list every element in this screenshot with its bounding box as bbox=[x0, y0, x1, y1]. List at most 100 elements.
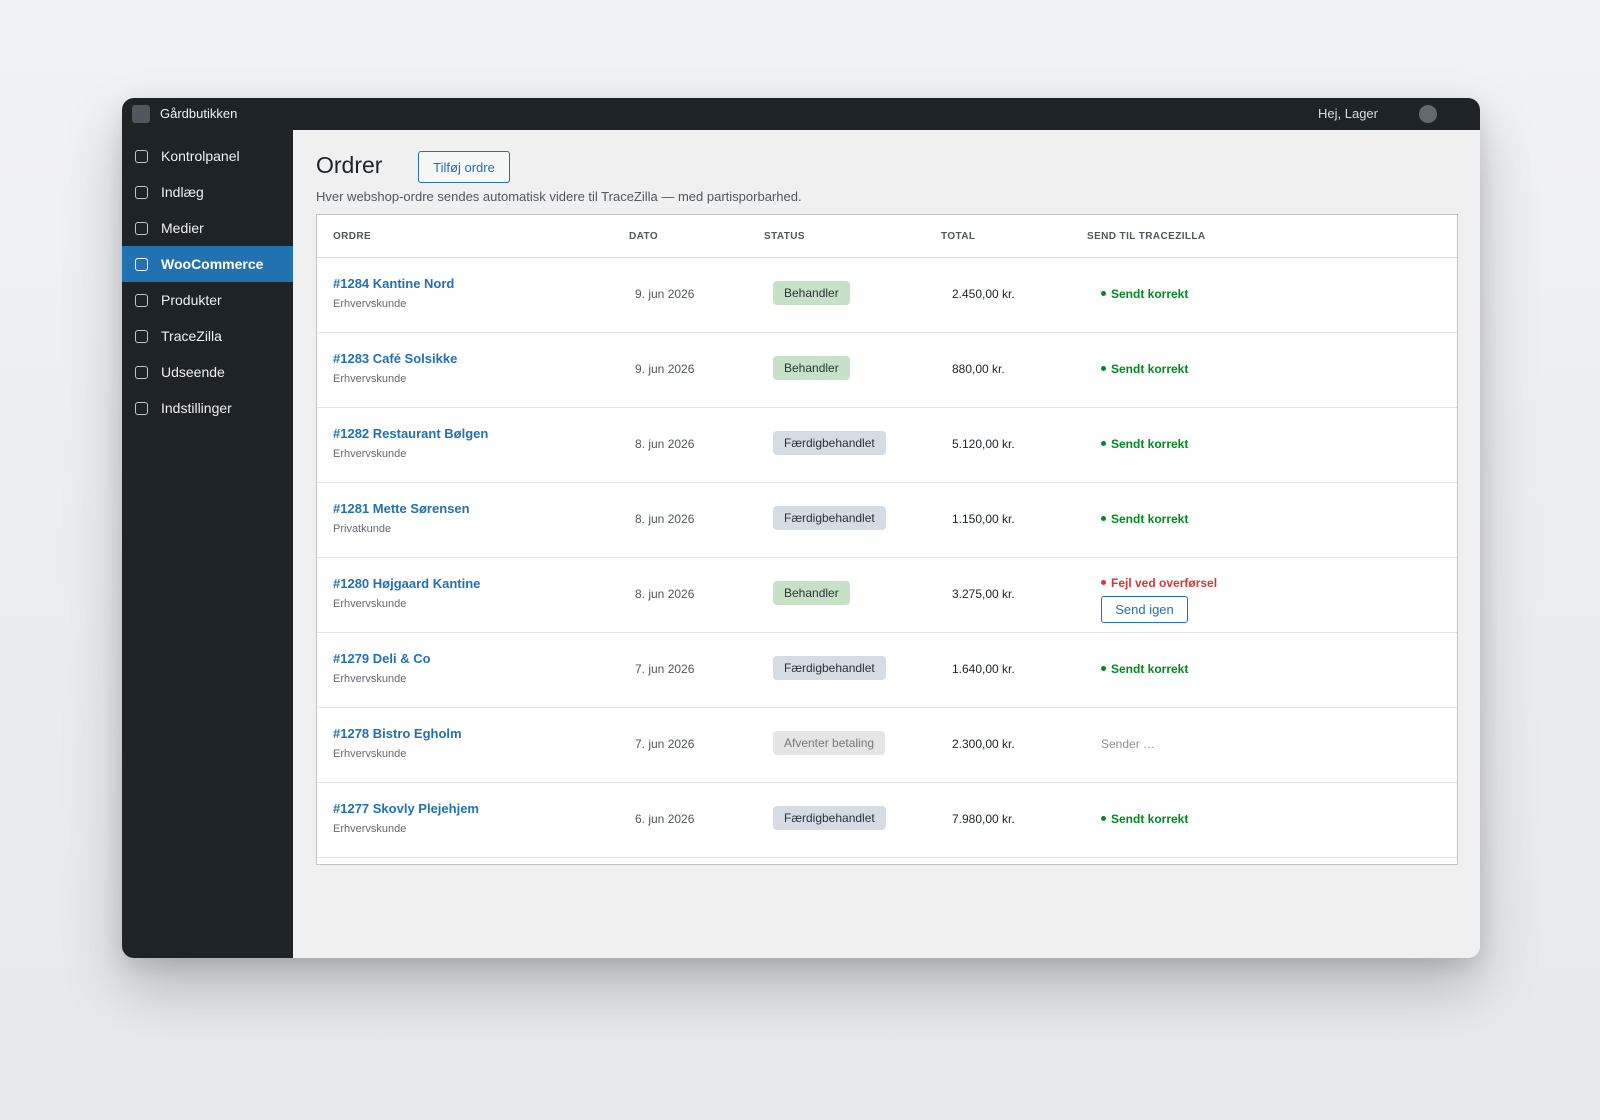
customer-type: Privatkunde bbox=[333, 523, 392, 535]
send-cell: Fejl ved overførsel Send igen bbox=[1101, 576, 1217, 623]
status-badge: Behandler bbox=[773, 581, 850, 605]
send-status-text: Sendt korrekt bbox=[1111, 437, 1189, 451]
menu-square-icon bbox=[135, 221, 148, 235]
order-date: 9. jun 2026 bbox=[635, 362, 695, 376]
table-row: #1278 Bistro Egholm Erhvervskunde 7. jun 2… bbox=[317, 708, 1457, 783]
customer-type: Erhvervskunde bbox=[333, 673, 407, 685]
page-subtitle: Hver webshop-ordre sendes automatisk vid… bbox=[316, 189, 802, 204]
user-greeting[interactable]: Hej, Lager bbox=[1318, 106, 1378, 121]
order-cell: #1281 Mette Sørensen Privatkunde bbox=[333, 501, 470, 535]
order-cell: #1284 Kantine Nord Erhvervskunde bbox=[333, 276, 454, 310]
order-date: 8. jun 2026 bbox=[635, 587, 695, 601]
menu-square-icon bbox=[135, 149, 148, 163]
main-content: Ordrer Tilføj ordre Hver webshop-ordre s… bbox=[293, 130, 1480, 958]
order-total: 2.450,00 kr. bbox=[952, 287, 1015, 301]
sidebar-item-label: Kontrolpanel bbox=[161, 148, 240, 164]
column-header-status[interactable]: STATUS bbox=[764, 231, 805, 242]
order-link[interactable]: #1279 Deli & Co bbox=[333, 651, 431, 666]
order-total: 880,00 kr. bbox=[952, 362, 1005, 376]
order-link[interactable]: #1277 Skovly Plejehjem bbox=[333, 801, 479, 816]
customer-type: Erhvervskunde bbox=[333, 298, 407, 310]
status-badge: Færdigbehandlet bbox=[773, 431, 886, 455]
send-cell: Sendt korrekt bbox=[1101, 812, 1188, 826]
sidebar-item-woocommerce[interactable]: WooCommerce bbox=[122, 246, 293, 282]
status-cell: Behandler bbox=[773, 281, 850, 305]
send-status-error: Fejl ved overførsel bbox=[1101, 576, 1217, 590]
order-total: 1.150,00 kr. bbox=[952, 512, 1015, 526]
table-body: #1284 Kantine Nord Erhvervskunde 9. jun 20… bbox=[317, 258, 1457, 858]
status-cell: Afventer betaling bbox=[773, 731, 886, 755]
order-link[interactable]: #1278 Bistro Egholm bbox=[333, 726, 462, 741]
column-header-send: SEND TIL TRACEZILLA bbox=[1087, 231, 1206, 242]
retry-send-button[interactable]: Send igen bbox=[1101, 596, 1188, 623]
order-date: 8. jun 2026 bbox=[635, 437, 695, 451]
status-dot-icon bbox=[1101, 666, 1106, 672]
admin-sidebar: Kontrolpanel Indlæg Medier WooCommerce Produ… bbox=[122, 130, 293, 958]
page-title: Ordrer bbox=[316, 152, 383, 178]
status-cell: Behandler bbox=[773, 581, 850, 605]
site-logo-icon[interactable] bbox=[132, 105, 150, 123]
menu-square-icon bbox=[135, 293, 148, 307]
order-link[interactable]: #1282 Restaurant Bølgen bbox=[333, 426, 488, 441]
site-name[interactable]: Gårdbutikken bbox=[160, 106, 237, 121]
table-row: #1284 Kantine Nord Erhvervskunde 9. jun 20… bbox=[317, 258, 1457, 333]
sidebar-item-medier[interactable]: Medier bbox=[122, 210, 293, 246]
sidebar-item-produkter[interactable]: Produkter bbox=[122, 282, 293, 318]
order-date: 7. jun 2026 bbox=[635, 662, 695, 676]
table-row: #1277 Skovly Plejehjem Erhvervskunde 6. ju… bbox=[317, 783, 1457, 858]
app-window: Gårdbutikken Hej, Lager Kontrolpanel Indl… bbox=[122, 98, 1480, 958]
order-total: 7.980,00 kr. bbox=[952, 812, 1015, 826]
sidebar-item-label: Produkter bbox=[161, 292, 222, 308]
send-cell: Sendt korrekt bbox=[1101, 437, 1188, 451]
sidebar-item-indlaeg[interactable]: Indlæg bbox=[122, 174, 293, 210]
order-link[interactable]: #1283 Café Solsikke bbox=[333, 351, 457, 366]
order-link[interactable]: #1281 Mette Sørensen bbox=[333, 501, 470, 516]
status-badge: Behandler bbox=[773, 281, 850, 305]
order-cell: #1277 Skovly Plejehjem Erhvervskunde bbox=[333, 801, 479, 835]
send-cell: Sendt korrekt bbox=[1101, 287, 1188, 301]
order-link[interactable]: #1284 Kantine Nord bbox=[333, 276, 454, 291]
status-badge: Færdigbehandlet bbox=[773, 656, 886, 680]
orders-table: ORDRE DATO STATUS TOTAL SEND TIL TRACEZI… bbox=[316, 214, 1458, 865]
send-status-ok: Sendt korrekt bbox=[1101, 362, 1188, 376]
order-total: 2.300,00 kr. bbox=[952, 737, 1015, 751]
order-cell: #1279 Deli & Co Erhvervskunde bbox=[333, 651, 431, 685]
sidebar-item-label: Indstillinger bbox=[161, 400, 232, 416]
status-dot-icon bbox=[1101, 580, 1106, 586]
table-row: #1283 Café Solsikke Erhvervskunde 9. jun 2… bbox=[317, 333, 1457, 408]
customer-type: Erhvervskunde bbox=[333, 823, 407, 835]
sidebar-menu: Kontrolpanel Indlæg Medier WooCommerce Produ… bbox=[122, 130, 293, 426]
sidebar-item-indstillinger[interactable]: Indstillinger bbox=[122, 390, 293, 426]
order-cell: #1282 Restaurant Bølgen Erhvervskunde bbox=[333, 426, 488, 460]
avatar[interactable] bbox=[1419, 105, 1437, 123]
menu-square-icon bbox=[135, 365, 148, 379]
order-link[interactable]: #1280 Højgaard Kantine bbox=[333, 576, 480, 591]
column-header-order[interactable]: ORDRE bbox=[333, 231, 371, 242]
status-cell: Færdigbehandlet bbox=[773, 506, 886, 530]
column-header-date[interactable]: DATO bbox=[629, 231, 658, 242]
order-total: 3.275,00 kr. bbox=[952, 587, 1015, 601]
status-badge: Færdigbehandlet bbox=[773, 506, 886, 530]
send-cell: Sendt korrekt bbox=[1101, 512, 1188, 526]
sidebar-item-kontrolpanel[interactable]: Kontrolpanel bbox=[122, 138, 293, 174]
column-header-total[interactable]: TOTAL bbox=[941, 231, 975, 242]
status-dot-icon bbox=[1101, 441, 1106, 447]
add-order-button[interactable]: Tilføj ordre bbox=[418, 151, 510, 183]
send-status-text: Sendt korrekt bbox=[1111, 662, 1189, 676]
send-status-ok: Sendt korrekt bbox=[1101, 662, 1188, 676]
customer-type: Erhvervskunde bbox=[333, 373, 407, 385]
sidebar-item-label: WooCommerce bbox=[161, 256, 264, 272]
order-total: 5.120,00 kr. bbox=[952, 437, 1015, 451]
send-status-pending: Sender … bbox=[1101, 737, 1156, 751]
status-cell: Færdigbehandlet bbox=[773, 806, 886, 830]
customer-type: Erhvervskunde bbox=[333, 748, 407, 760]
status-badge: Færdigbehandlet bbox=[773, 806, 886, 830]
sidebar-item-udseende[interactable]: Udseende bbox=[122, 354, 293, 390]
order-cell: #1278 Bistro Egholm Erhvervskunde bbox=[333, 726, 462, 760]
order-cell: #1283 Café Solsikke Erhvervskunde bbox=[333, 351, 457, 385]
send-status-text: Sendt korrekt bbox=[1111, 362, 1189, 376]
send-status-ok: Sendt korrekt bbox=[1101, 512, 1188, 526]
menu-square-icon bbox=[135, 257, 148, 271]
order-date: 6. jun 2026 bbox=[635, 812, 695, 826]
sidebar-item-tracezilla[interactable]: TraceZilla bbox=[122, 318, 293, 354]
